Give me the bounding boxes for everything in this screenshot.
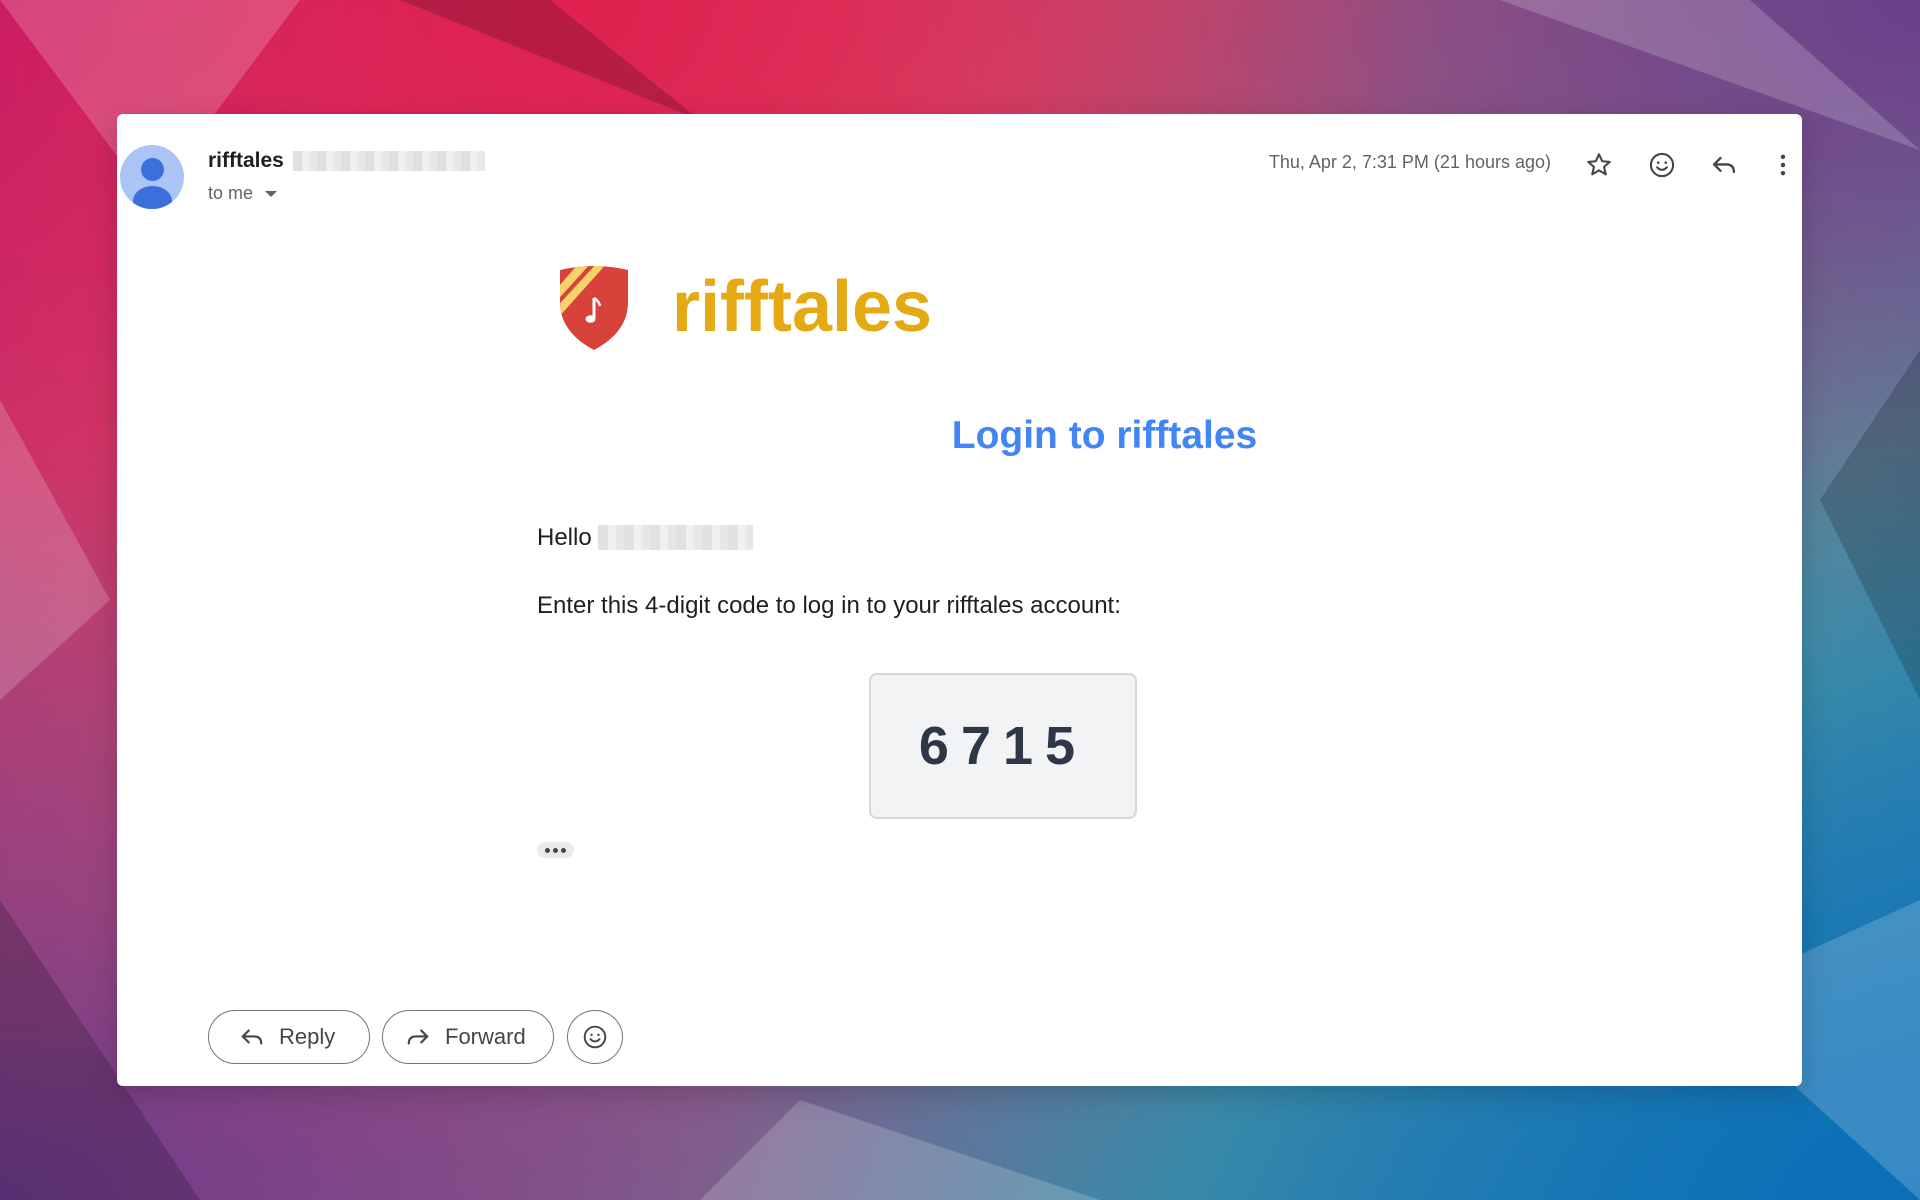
- reply-icon: [241, 1029, 263, 1045]
- dot: [545, 847, 550, 853]
- login-code[interactable]: 6715: [869, 673, 1137, 819]
- avatar-body: [133, 186, 172, 209]
- emoji-reaction-button[interactable]: [567, 1010, 623, 1064]
- email-title: Login to rifftales: [117, 414, 1802, 458]
- email-date: Thu, Apr 2, 7:31 PM (21 hours ago): [1268, 152, 1551, 172]
- avatar-head: [141, 158, 164, 181]
- emoji-icon[interactable]: [1644, 147, 1680, 183]
- code-instruction: Enter this 4-digit code to log in to you…: [537, 592, 1121, 619]
- email-title-text: Login to rifftales: [951, 414, 1258, 457]
- sender-avatar[interactable]: [120, 145, 184, 209]
- chevron-down-icon: [265, 190, 278, 197]
- recipients-toggle[interactable]: to me: [208, 183, 278, 204]
- recipients-label: to me: [208, 183, 254, 203]
- greeting: Hello: [537, 524, 592, 551]
- recipient-name-redacted: [598, 525, 753, 550]
- show-trimmed-content-button[interactable]: [537, 842, 574, 858]
- email-card: rifftales to me Thu, Apr 2, 7:31 PM (21 …: [117, 114, 1802, 1086]
- sender-email-redacted: [293, 151, 485, 171]
- dot: [553, 847, 558, 853]
- brand-name: rifftales: [672, 267, 933, 347]
- emoji-icon: [583, 1025, 607, 1049]
- dot: [561, 847, 566, 853]
- reply-label: Reply: [279, 1024, 336, 1049]
- forward-label: Forward: [445, 1024, 526, 1049]
- reply-icon[interactable]: [1706, 147, 1742, 183]
- sender-name: rifftales: [208, 149, 284, 172]
- brand-header: rifftales: [552, 262, 932, 352]
- forward-icon: [407, 1029, 429, 1045]
- more-vert-icon[interactable]: [1765, 147, 1801, 183]
- star-icon[interactable]: [1581, 147, 1617, 183]
- rifftales-logo-icon: [560, 266, 628, 350]
- reply-button[interactable]: Reply: [208, 1010, 370, 1064]
- forward-button[interactable]: Forward: [382, 1010, 554, 1064]
